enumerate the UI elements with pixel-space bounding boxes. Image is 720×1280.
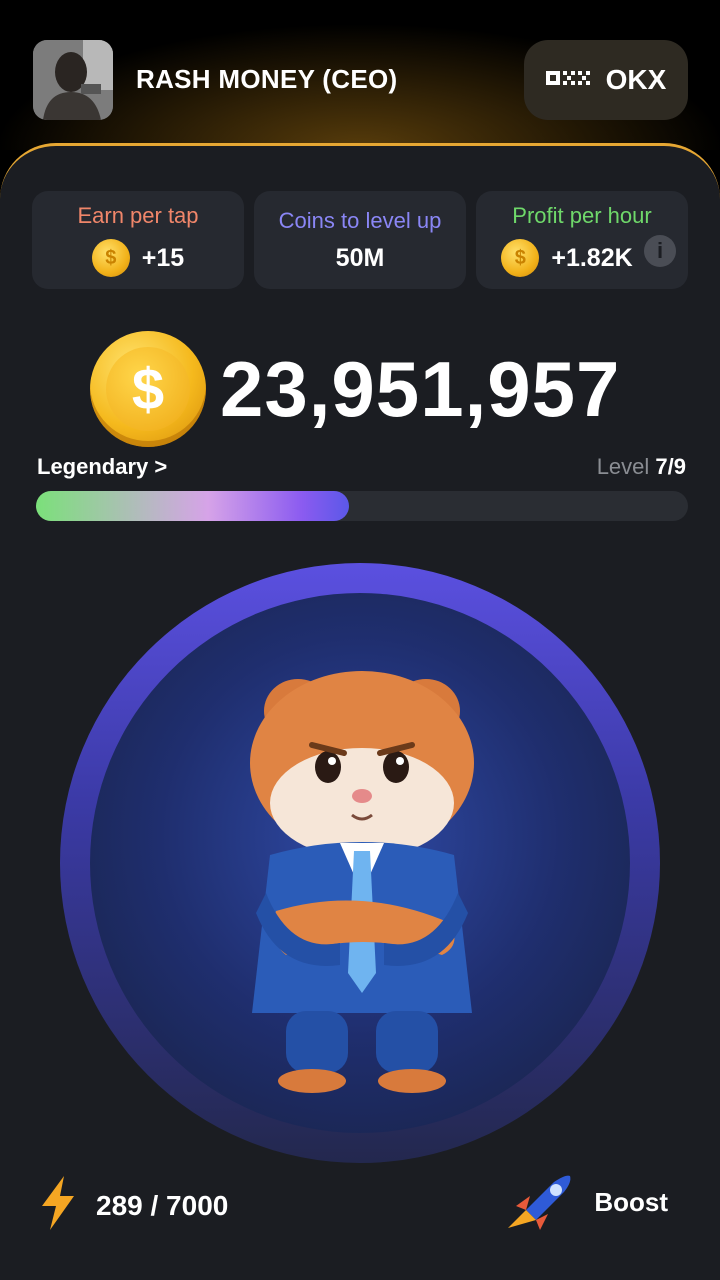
boost-label: Boost xyxy=(594,1187,668,1217)
coin-icon: $ xyxy=(90,331,206,447)
exchange-button[interactable]: OKX xyxy=(524,40,688,120)
rocket-icon xyxy=(504,1170,574,1235)
stat-earn-per-tap: Earn per tap $ +15 xyxy=(32,191,244,289)
stat-title: Earn per tap xyxy=(77,203,199,228)
level-indicator: Level 7/9 xyxy=(597,454,686,480)
stat-value: +1.82K xyxy=(551,243,633,272)
boost-button[interactable]: Boost xyxy=(504,1170,668,1235)
lightning-icon xyxy=(38,1176,78,1235)
okx-logo-icon xyxy=(545,69,594,92)
level-label: Level xyxy=(596,454,650,479)
rank-link[interactable]: Legendary > xyxy=(37,454,167,480)
stat-title: Coins to level up xyxy=(278,207,442,233)
energy: 289 / 7000 xyxy=(38,1176,228,1235)
level-value: 7/9 xyxy=(655,454,686,479)
exchange-label: OKX xyxy=(605,64,667,95)
stat-coins-to-level-up: Coins to level up 50M xyxy=(254,191,466,289)
coin-symbol: $ xyxy=(106,347,190,431)
stat-value: +15 xyxy=(141,243,185,272)
stat-value: 50M xyxy=(335,243,385,272)
coin-icon: $ xyxy=(91,239,130,277)
main-panel: Earn per tap $ +15 Coins to level up 50M… xyxy=(0,143,720,1280)
stat-title: Profit per hour xyxy=(512,203,652,228)
balance: $ 23,951,957 xyxy=(90,331,620,447)
user-name: RASH MONEY (CEO) xyxy=(136,64,398,94)
hamster-ceo-image[interactable] xyxy=(90,593,630,1133)
header: RASH MONEY (CEO) OKX xyxy=(0,0,720,150)
level-progress-fill xyxy=(36,491,349,521)
stat-profit-per-hour[interactable]: Profit per hour $ +1.82K i xyxy=(476,191,688,289)
balance-value: 23,951,957 xyxy=(220,344,621,433)
energy-value: 289 / 7000 xyxy=(96,1189,229,1221)
tap-area[interactable] xyxy=(60,563,660,1163)
coin-icon: $ xyxy=(501,239,540,277)
tap-area-inner[interactable] xyxy=(90,593,630,1133)
avatar[interactable] xyxy=(33,40,113,120)
level-progress-bar xyxy=(36,491,688,521)
info-icon[interactable]: i xyxy=(644,235,676,267)
